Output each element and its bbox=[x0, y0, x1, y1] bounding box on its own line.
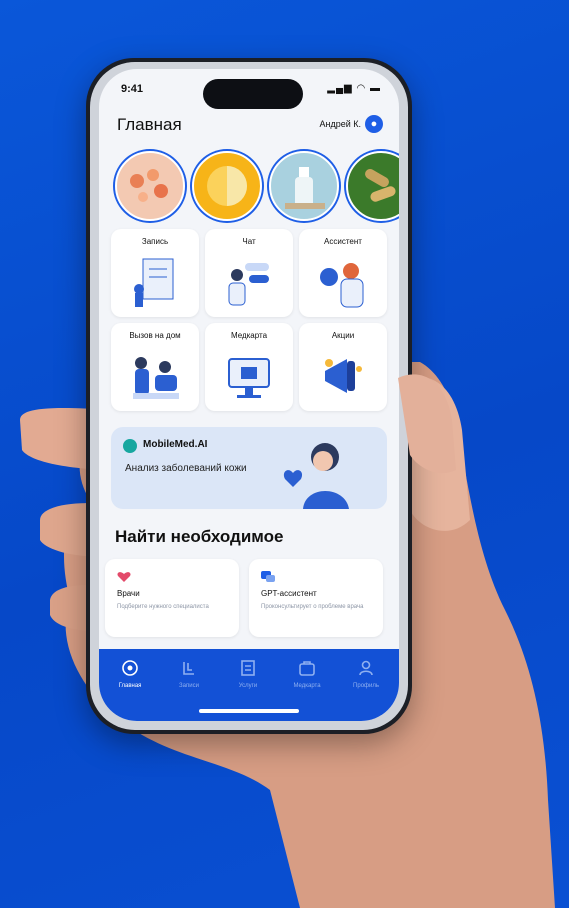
thumb-illustration bbox=[398, 374, 456, 474]
